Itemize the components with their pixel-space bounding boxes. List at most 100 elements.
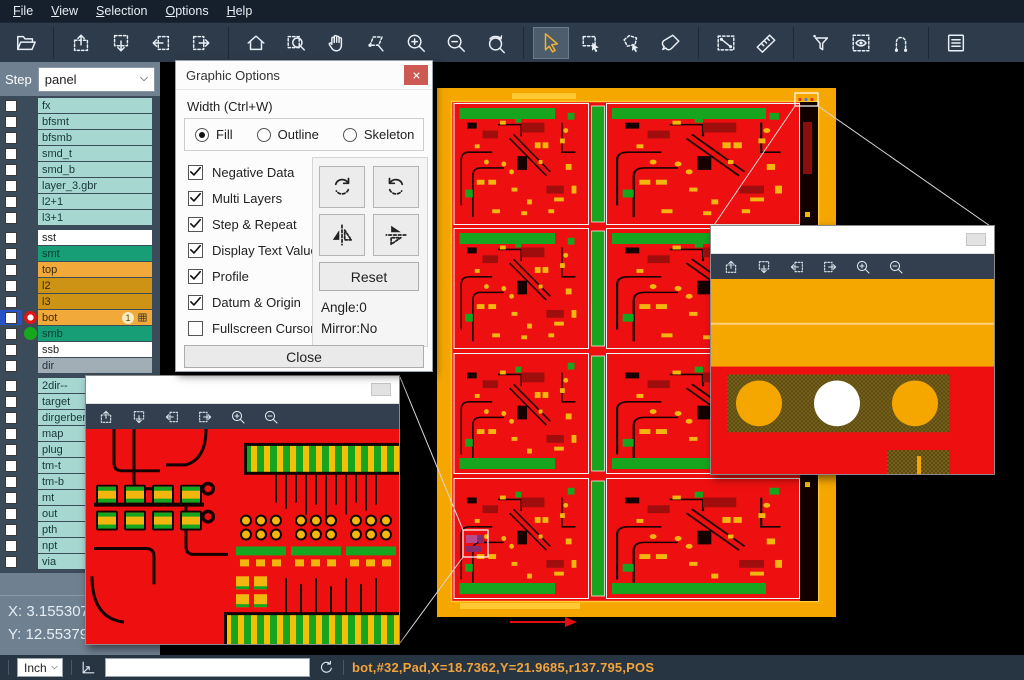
pan-left-icon[interactable] [789, 259, 805, 275]
layer-visibility-checkbox[interactable] [0, 490, 22, 505]
layer-row-bot[interactable]: bot1 [0, 310, 160, 325]
popup-title-bar[interactable] [86, 376, 399, 404]
pan-up-button[interactable] [63, 27, 99, 59]
layer-row-smb[interactable]: smb [0, 326, 160, 341]
popup-window-button[interactable] [966, 233, 986, 246]
layer-visibility-checkbox[interactable] [0, 130, 22, 145]
layer-visibility-checkbox[interactable] [0, 114, 22, 129]
layer-label-l2+1[interactable]: l2+1 [38, 194, 152, 209]
layer-row-sst[interactable]: sst [0, 230, 160, 245]
pan-left-button[interactable] [143, 27, 179, 59]
command-input[interactable] [105, 658, 310, 677]
layer-row-ssb[interactable]: ssb [0, 342, 160, 357]
radio-outline[interactable]: Outline [257, 127, 319, 142]
select-rectangle-button[interactable] [573, 27, 609, 59]
highlight-net-button[interactable] [883, 27, 919, 59]
popup-zoom-view[interactable] [86, 429, 399, 644]
layer-visibility-checkbox[interactable] [0, 394, 22, 409]
layer-visibility-checkbox[interactable] [0, 410, 22, 425]
layer-visibility-checkbox[interactable] [0, 194, 22, 209]
dialog-title-bar[interactable]: Graphic Options [176, 61, 432, 90]
layer-visibility-checkbox[interactable] [0, 210, 22, 225]
pan-right-icon[interactable] [197, 409, 213, 425]
menu-view[interactable]: View [42, 2, 87, 20]
layer-label-l3[interactable]: l3 [38, 294, 152, 309]
layer-label-bfsmt[interactable]: bfsmt [38, 114, 152, 129]
layer-label-ssb[interactable]: ssb [38, 342, 152, 357]
checkbox-profile[interactable]: Profile [188, 263, 312, 289]
zoom-previous-button[interactable] [478, 27, 514, 59]
zoom-home-button[interactable] [238, 27, 274, 59]
layer-row-smt[interactable]: smt [0, 246, 160, 261]
select-polygon-button[interactable] [613, 27, 649, 59]
layer-visibility-checkbox[interactable] [0, 146, 22, 161]
zoom-out-button[interactable] [438, 27, 474, 59]
popup-window-button[interactable] [371, 383, 391, 396]
checkbox-step-repeat[interactable]: Step & Repeat [188, 211, 312, 237]
layer-label-smb[interactable]: smb [38, 326, 152, 341]
layer-row-layer_3.gbr[interactable]: layer_3.gbr [0, 178, 160, 193]
checkbox-negative-data[interactable]: Negative Data [188, 159, 312, 185]
menu-file[interactable]: File [4, 2, 42, 20]
radio-skeleton[interactable]: Skeleton [343, 127, 415, 142]
zoom-in-icon[interactable] [855, 259, 871, 275]
layer-row-l3[interactable]: l3 [0, 294, 160, 309]
unit-select[interactable]: Inch [17, 658, 63, 677]
layer-row-l2+1[interactable]: l2+1 [0, 194, 160, 209]
layer-visibility-checkbox[interactable] [0, 506, 22, 521]
checkbox-display-text-value[interactable]: Display Text Value [188, 237, 312, 263]
zoom-in-icon[interactable] [230, 409, 246, 425]
zoom-out-icon[interactable] [263, 409, 279, 425]
pan-up-icon[interactable] [723, 259, 739, 275]
layer-visibility-checkbox[interactable] [0, 178, 22, 193]
layer-visibility-checkbox[interactable] [0, 294, 22, 309]
zoom-polygon-button[interactable] [358, 27, 394, 59]
pan-left-icon[interactable] [164, 409, 180, 425]
layer-visibility-checkbox[interactable] [0, 474, 22, 489]
layer-visibility-checkbox[interactable] [0, 98, 22, 113]
dialog-close-button[interactable] [404, 65, 428, 85]
checkbox-multi-layers[interactable]: Multi Layers [188, 185, 312, 211]
layer-label-sst[interactable]: sst [38, 230, 152, 245]
layer-label-smd_t[interactable]: smd_t [38, 146, 152, 161]
reset-button[interactable]: Reset [319, 262, 419, 291]
rotate-ccw-button[interactable] [373, 166, 419, 208]
menu-options[interactable]: Options [156, 2, 217, 20]
layer-visibility-checkbox[interactable] [0, 162, 22, 177]
layer-visibility-checkbox[interactable] [0, 538, 22, 553]
layer-row-l3+1[interactable]: l3+1 [0, 210, 160, 225]
layer-visibility-checkbox[interactable] [0, 342, 22, 357]
layer-visibility-checkbox[interactable] [0, 278, 22, 293]
layer-row-top[interactable]: top [0, 262, 160, 277]
checkbox-datum-origin[interactable]: Datum & Origin [188, 289, 312, 315]
pan-right-button[interactable] [183, 27, 219, 59]
zoom-window-button[interactable] [278, 27, 314, 59]
popup-title-bar[interactable] [711, 226, 994, 254]
layer-visibility-checkbox[interactable] [0, 310, 22, 325]
open-file-button[interactable] [8, 27, 44, 59]
layer-label-smd_b[interactable]: smd_b [38, 162, 152, 177]
pan-down-icon[interactable] [756, 259, 772, 275]
brush-tool-button[interactable] [653, 27, 689, 59]
layer-visibility-checkbox[interactable] [0, 326, 22, 341]
ruler-tool-button[interactable] [748, 27, 784, 59]
measure-distance-button[interactable] [708, 27, 744, 59]
layer-row-bfsmt[interactable]: bfsmt [0, 114, 160, 129]
layer-row-bfsmb[interactable]: bfsmb [0, 130, 160, 145]
layer-label-bfsmb[interactable]: bfsmb [38, 130, 152, 145]
checkbox-fullscreen-cursor[interactable]: Fullscreen Cursor [188, 315, 312, 341]
layer-visibility-checkbox[interactable] [0, 262, 22, 277]
filter-tool-button[interactable] [803, 27, 839, 59]
zoom-in-button[interactable] [398, 27, 434, 59]
layer-row-smd_t[interactable]: smd_t [0, 146, 160, 161]
select-tool-button[interactable] [533, 27, 569, 59]
pan-tool-button[interactable] [318, 27, 354, 59]
layer-label-top[interactable]: top [38, 262, 152, 277]
snap-angle-icon[interactable] [80, 659, 97, 676]
grid-icon[interactable] [137, 312, 148, 323]
pan-down-button[interactable] [103, 27, 139, 59]
layer-visibility-checkbox[interactable] [0, 230, 22, 245]
rotate-cw-button[interactable] [319, 166, 365, 208]
menu-help[interactable]: Help [218, 2, 262, 20]
layer-visibility-checkbox[interactable] [0, 458, 22, 473]
